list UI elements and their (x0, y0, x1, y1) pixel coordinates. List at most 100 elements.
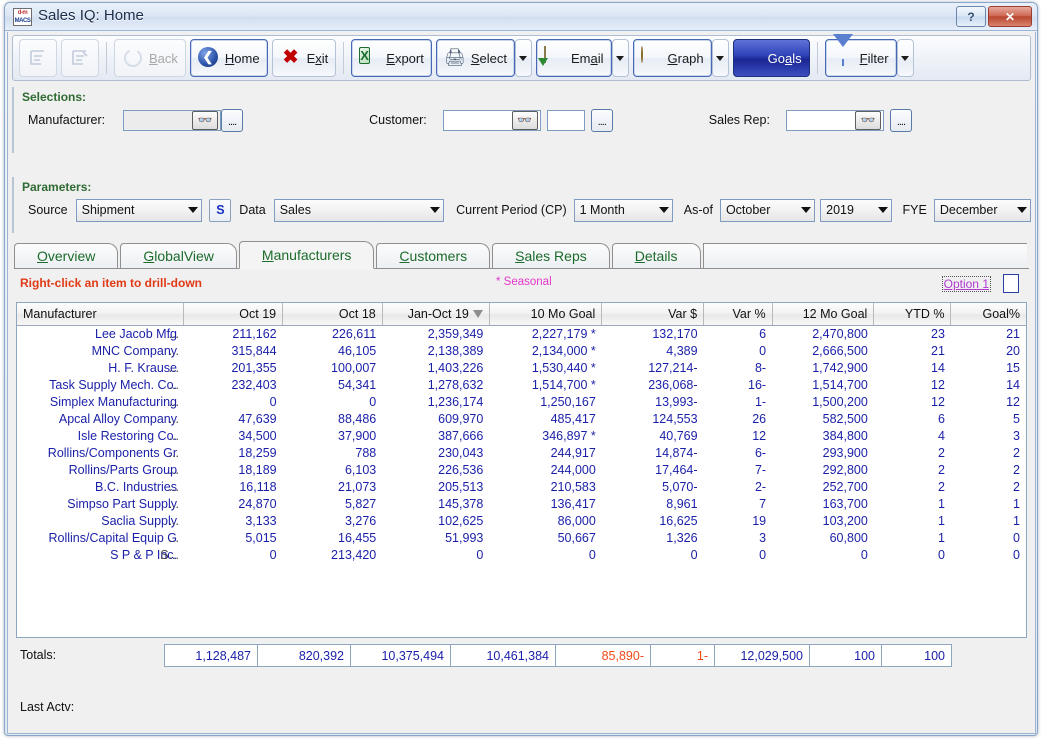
table-row[interactable]: Simpso Part Supply... 24,870 5,827 145,378 1… (17, 496, 1026, 513)
totals-cell: 1- (650, 644, 715, 667)
exit-button[interactable]: ✖ Exit (271, 39, 337, 77)
table-row[interactable]: H. F. Krause... 201,355 100,007 1,403,226 1,… (17, 360, 1026, 377)
filter-button[interactable]: Filter (824, 34, 897, 77)
graph-button[interactable]: Graph (632, 39, 712, 77)
customer-secondary-input[interactable] (546, 109, 585, 131)
cell-var_pct: 1- (754, 394, 767, 409)
column-header-var_dollar[interactable]: Var $ (601, 303, 705, 326)
table-row[interactable]: Rollins/Parts Group... 18,189 6,103 226,536… (17, 462, 1026, 479)
source-value: Shipment (81, 203, 135, 217)
cell-manufacturer: Rollins/Capital Equip G... (48, 530, 180, 545)
cell-goal12mo: 252,700 (822, 479, 868, 494)
option-1-link[interactable]: Option 1 (941, 276, 991, 292)
table-row[interactable]: Rollins/Capital Equip G... 5,015 16,455 51,… (17, 530, 1026, 547)
column-header-manufacturer[interactable]: Manufacturer (17, 303, 184, 326)
cell-ytd_pct: 1 (938, 513, 945, 528)
manufacturer-ellipsis-button[interactable]: .... (221, 108, 244, 132)
cell-manufacturer: Apcal Alloy Company... (58, 411, 180, 426)
customer-input[interactable]: 👓 (442, 109, 541, 131)
chevron-down-icon (877, 207, 888, 213)
cell-goal12mo: 2,666,500 (812, 343, 868, 358)
cell-oct18: 788 (355, 445, 377, 460)
cell-oct18: 3,276 (344, 513, 377, 528)
table-row[interactable]: B.C. Industries... 16,118 21,073 205,513 210… (17, 479, 1026, 496)
sales-rep-input[interactable]: 👓 (785, 109, 884, 131)
sales-rep-ellipsis-button[interactable]: .... (889, 108, 912, 132)
toolbar-separator-3 (816, 42, 818, 74)
list-edit-icon (69, 47, 91, 69)
table-row[interactable]: Task Supply Mech. Co.... 232,403 54,341 1,2… (17, 377, 1026, 394)
table-row[interactable]: Apcal Alloy Company... 47,639 88,486 609,97… (17, 411, 1026, 428)
close-button[interactable]: ✕ (988, 6, 1032, 27)
help-button[interactable]: ? (956, 6, 986, 27)
source-select[interactable]: Shipment (75, 198, 203, 222)
home-button[interactable]: ❮ Home (189, 39, 268, 77)
back-button[interactable]: Back (114, 39, 186, 77)
current-period-select[interactable]: 1 Month (573, 198, 673, 222)
totals-cell: 820,392 (257, 644, 351, 667)
filter-dropdown-arrow[interactable] (896, 39, 914, 77)
asof-year-select[interactable]: 2019 (820, 198, 892, 222)
fye-select[interactable]: December (933, 198, 1031, 222)
tab-manufacturers[interactable]: Manufacturers (238, 241, 375, 269)
table-row[interactable]: MNC Company... 315,844 46,105 2,138,389 2,13… (17, 343, 1026, 360)
data-grid[interactable]: Manufacturer Oct 19 Oct 18 Jan-Oct 19 10 Mo … (16, 302, 1027, 638)
customer-binoculars-icon[interactable]: 👓 (511, 110, 538, 130)
cell-var_dollar: 0 (690, 547, 698, 562)
table-row[interactable]: Simplex Manufacturing... 0 0 1,236,174 1,250… (17, 394, 1026, 411)
cell-manufacturer: Saclia Supply... (101, 513, 180, 528)
cell-ytd_pct: 2 (938, 479, 945, 494)
manufacturer-binoculars-icon[interactable]: 👓 (192, 110, 219, 130)
totals-cell: 100 (809, 644, 882, 667)
data-select[interactable]: Sales (273, 198, 445, 222)
tab-sales-reps[interactable]: Sales Reps (492, 243, 610, 268)
column-header-goal_pct[interactable]: Goal% (950, 303, 1026, 326)
select-dropdown-arrow[interactable] (514, 39, 532, 77)
list-edit-view-button[interactable] (61, 39, 99, 77)
customer-ellipsis-button[interactable]: .... (590, 108, 613, 132)
cell-ytd_pct: 14 (931, 360, 945, 375)
table-row[interactable]: Isle Restoring Co.... 34,500 37,900 387,666… (17, 428, 1026, 445)
cell-oct19: 232,403 (231, 377, 277, 392)
manufacturer-input[interactable]: 👓 (123, 109, 222, 131)
column-header-oct19[interactable]: Oct 19 (183, 303, 284, 326)
column-header-goal12mo[interactable]: 12 Mo Goal (772, 303, 875, 326)
tab-globalview[interactable]: GlobalView (120, 243, 237, 268)
graph-dropdown-arrow[interactable] (711, 39, 729, 77)
cell-var_dollar: 40,769 (659, 428, 698, 443)
export-button[interactable]: X Export (351, 39, 432, 77)
row-overflow-indicator: ... (168, 462, 180, 477)
column-header-ytd_pct[interactable]: YTD % (873, 303, 952, 326)
last-activity-label: Last Actv: (20, 700, 75, 714)
asof-month-select[interactable]: October (719, 198, 816, 222)
email-button[interactable]: Email (535, 39, 612, 77)
cell-goal_pct: 3 (1013, 428, 1020, 443)
cell-oct18: 21,073 (338, 479, 377, 494)
table-row[interactable]: S P & P Inc. S... 0 213,420 0 0 0 0 0 0 0 (17, 547, 1026, 564)
cell-goal12mo: 60,800 (829, 530, 868, 545)
column-header-var_pct[interactable]: Var % (703, 303, 773, 326)
tab-overview[interactable]: Overview (14, 243, 119, 268)
goals-button[interactable]: Goals (732, 39, 810, 77)
select-button[interactable]: 🖨 Select (435, 39, 515, 77)
email-dropdown-arrow[interactable] (611, 39, 629, 77)
table-row[interactable]: Lee Jacob Mfg... 211,162 226,611 2,359,349 2… (17, 325, 1026, 343)
source-s-button[interactable]: S (209, 198, 232, 222)
column-header-goal10mo[interactable]: 10 Mo Goal (489, 303, 603, 326)
cell-ytd_pct: 6 (938, 411, 945, 426)
sales-rep-binoculars-icon[interactable]: 👓 (854, 110, 881, 130)
table-row[interactable]: Rollins/Components Gr... 18,259 788 230,043… (17, 445, 1026, 462)
list-view-button[interactable] (19, 39, 57, 77)
table-row[interactable]: Saclia Supply... 3,133 3,276 102,625 86,000 1… (17, 513, 1026, 530)
home-label: Home (224, 50, 260, 66)
cell-var_dollar: 1,326 (666, 530, 698, 545)
cell-oct19: 18,259 (238, 445, 277, 460)
tab-details[interactable]: Details (611, 243, 701, 268)
data-label: Data (239, 203, 266, 217)
export-label: Export (386, 50, 424, 66)
cell-manufacturer: B.C. Industries... (95, 479, 180, 494)
tab-customers[interactable]: Customers (376, 243, 491, 268)
option-1-checkbox[interactable] (1003, 274, 1019, 293)
column-header-jan_oct19[interactable]: Jan-Oct 19 (382, 303, 490, 326)
column-header-oct18[interactable]: Oct 18 (282, 303, 383, 326)
